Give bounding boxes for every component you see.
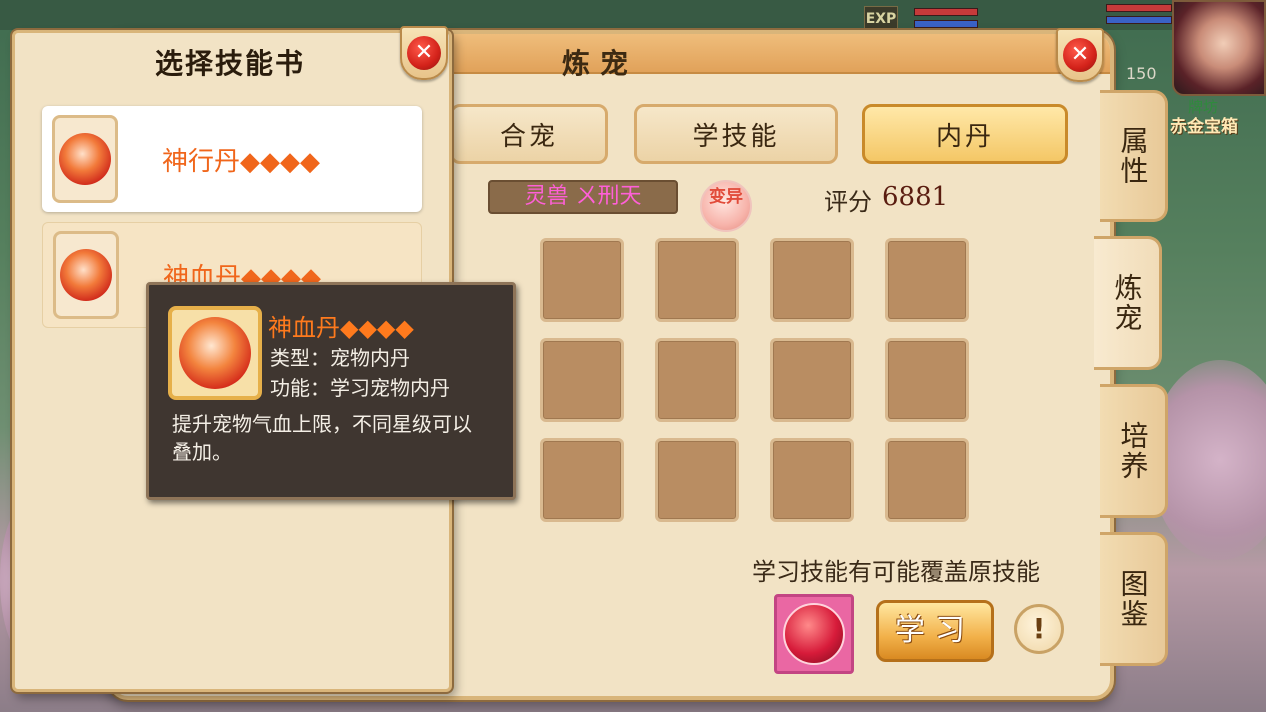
- overwrite-hint: 学习技能有可能覆盖原技能: [752, 558, 1040, 586]
- player-level: 150: [1126, 64, 1157, 83]
- tooltip-item-name: 神血丹◆◆◆◆: [268, 314, 414, 342]
- hp-bar: [914, 8, 978, 16]
- info-button[interactable]: !: [1014, 604, 1064, 654]
- player-mp-bar: [1106, 16, 1172, 24]
- skill-book-item[interactable]: 神行丹◆◆◆◆: [42, 106, 422, 212]
- pill-icon: [60, 249, 112, 301]
- mutate-badge: 变异: [700, 180, 752, 232]
- skill-book-item-name: 神行丹◆◆◆◆: [162, 146, 320, 177]
- skill-book-item-icon: [53, 231, 119, 319]
- inner-core-slot[interactable]: [885, 438, 969, 522]
- side-tab-refine[interactable]: 炼宠: [1094, 236, 1162, 370]
- skill-book-panel-title: 选择技能书: [154, 47, 305, 80]
- tab-label: 内丹: [935, 121, 994, 152]
- close-icon: ✕: [1063, 38, 1097, 72]
- background-ground: [0, 0, 1266, 30]
- tooltip-item-icon: [168, 306, 262, 400]
- tab-learn-skill[interactable]: 学技能: [634, 104, 838, 164]
- inner-core-slot[interactable]: [540, 238, 624, 322]
- tooltip-item-description-cont: 叠加。: [172, 440, 232, 464]
- side-tab-attributes[interactable]: 属性: [1100, 90, 1168, 222]
- close-skill-book-button[interactable]: ✕: [400, 26, 448, 80]
- close-icon: ✕: [407, 36, 441, 70]
- tab-label: 学技能: [692, 121, 780, 152]
- inner-core-slot[interactable]: [540, 338, 624, 422]
- pet-name-field[interactable]: 灵兽 ㄨ刑天: [488, 180, 678, 214]
- mp-bar: [914, 20, 978, 28]
- inner-core-slot[interactable]: [655, 338, 739, 422]
- panel-title: 炼宠: [561, 47, 638, 80]
- tooltip-item-description: 提升宠物气血上限，不同星级可以: [172, 412, 472, 436]
- exp-label: EXP: [864, 6, 898, 30]
- inner-core-slot[interactable]: [770, 238, 854, 322]
- inner-core-slot[interactable]: [770, 338, 854, 422]
- tab-inner-core[interactable]: 内丹: [862, 104, 1068, 164]
- tab-label: 合宠: [499, 121, 558, 152]
- score-value: 6881: [882, 182, 949, 212]
- selected-skill-book-slot[interactable]: [774, 594, 854, 674]
- learn-button[interactable]: 学习: [876, 600, 994, 662]
- pill-icon: [59, 133, 111, 185]
- player-avatar[interactable]: [1172, 0, 1266, 96]
- inner-core-slot[interactable]: [655, 238, 739, 322]
- treasure-chest-label[interactable]: 赤金宝箱: [1170, 112, 1238, 137]
- inner-core-slot[interactable]: [885, 338, 969, 422]
- tooltip-item-type: 类型：宠物内丹: [270, 346, 410, 370]
- side-tab-train[interactable]: 培养: [1100, 384, 1168, 518]
- pill-icon: [179, 317, 251, 389]
- skill-book-icon: [783, 603, 845, 665]
- close-main-button[interactable]: ✕: [1056, 28, 1104, 82]
- side-tab-codex[interactable]: 图鉴: [1100, 532, 1168, 666]
- player-hp-bar: [1106, 4, 1172, 12]
- inner-core-slot[interactable]: [885, 238, 969, 322]
- score-label: 评分: [824, 188, 872, 216]
- inner-core-slot[interactable]: [540, 438, 624, 522]
- inner-core-slot[interactable]: [655, 438, 739, 522]
- skill-book-item-icon: [52, 115, 118, 203]
- tooltip-item-function: 功能：学习宠物内丹: [270, 376, 450, 400]
- inner-core-slot[interactable]: [770, 438, 854, 522]
- tab-merge-pet[interactable]: 合宠: [450, 104, 608, 164]
